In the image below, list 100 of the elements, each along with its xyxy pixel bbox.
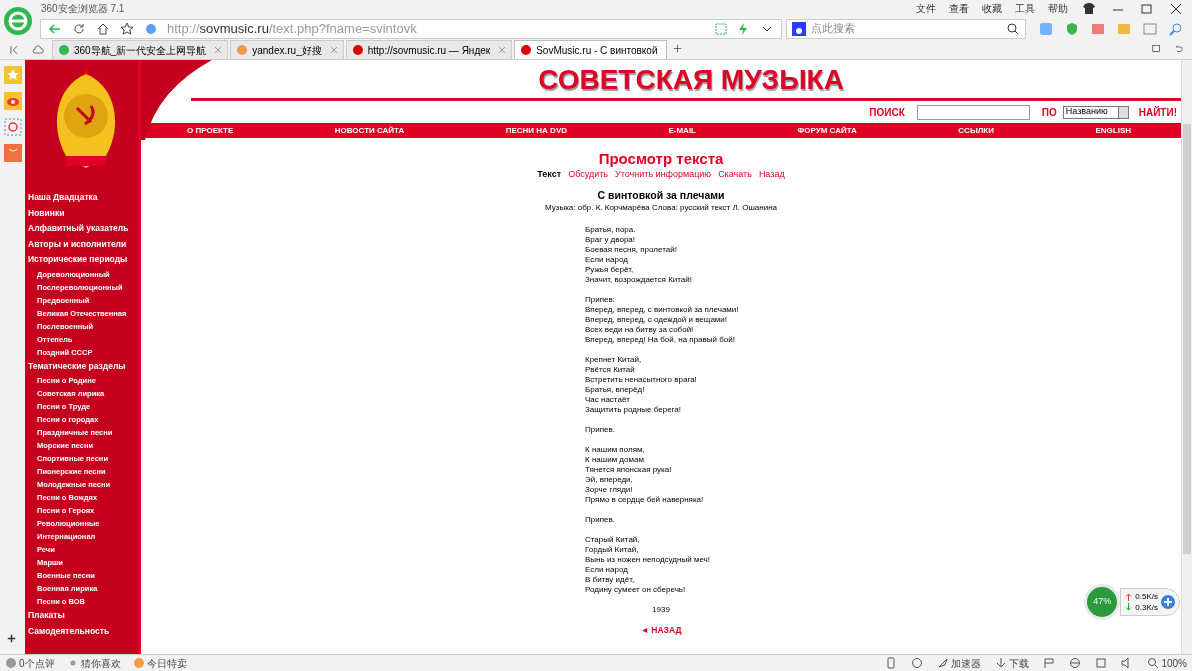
menu-item[interactable]: 收藏 (982, 1, 1002, 16)
sidebar-link[interactable]: Плакаты (28, 608, 138, 624)
nav-link[interactable]: E-MAIL (668, 124, 696, 137)
menu-item[interactable]: 查看 (949, 1, 969, 16)
sidebar-toggle-icon[interactable] (8, 44, 20, 56)
window-icon[interactable] (1095, 657, 1108, 669)
search-by-select[interactable]: Названию (1062, 105, 1129, 119)
comment-icon[interactable] (5, 657, 17, 669)
lyric-line: Гордый Китай, (585, 545, 640, 555)
lyric-line: Боевая песня, пролетай! (585, 245, 678, 255)
search-input[interactable]: 点此搜索 (811, 20, 1001, 37)
sidebar-link[interactable]: Наша Двадцатка (28, 190, 138, 206)
download-icon[interactable] (995, 657, 1008, 669)
memory-gauge[interactable]: 47% (1084, 584, 1121, 620)
browser-tab[interactable]: yandex.ru_好搜 (230, 40, 344, 59)
scrollbar-thumb[interactable] (1183, 124, 1191, 554)
status-link[interactable]: 0个点评 (19, 655, 55, 671)
menu-item[interactable]: 帮助 (1048, 1, 1068, 16)
back-link[interactable]: ◄ НАЗАД (640, 624, 682, 637)
browser-logo-icon[interactable] (3, 5, 33, 36)
song-title: С винтовкой за плечами (597, 189, 725, 202)
page-heading: Просмотр текста (598, 149, 724, 168)
nav-link[interactable]: О ПРОЕКТЕ (187, 124, 234, 137)
eye-icon[interactable] (3, 92, 22, 110)
menu-item[interactable]: 工具 (1015, 1, 1035, 16)
ie-icon[interactable] (1069, 657, 1082, 669)
down-arrow-icon (1125, 603, 1133, 611)
lyric-line: Прямо в сердце бей наверняка! (585, 495, 705, 505)
lyric-line: Если народ (585, 255, 629, 265)
search-field[interactable]: 点此搜索 (786, 18, 1026, 39)
window-title: 360安全浏览器 7.1 (41, 2, 125, 16)
cloud-icon[interactable] (30, 44, 46, 56)
status-link[interactable]: 猜你喜欢 (80, 655, 121, 671)
close-tab-icon[interactable] (214, 46, 223, 54)
lyric-line: Вперед, вперед! На бой, на правый бой! (585, 335, 736, 345)
sidebar-link[interactable]: Авторы и исполнители (28, 236, 138, 252)
download-button[interactable]: 下载 (1009, 655, 1030, 671)
lyric-line: Припев: (585, 295, 616, 305)
browser-tab[interactable]: http://sovmusic.ru — Яндек (345, 40, 513, 59)
sidebar-link[interactable]: Самодеятельность (28, 623, 138, 639)
lyric-line: Вперед, вперед, с одеждой и вещами! (585, 315, 729, 325)
nav-link[interactable]: НОВОСТИ САЙТА (334, 124, 405, 137)
download-speed: 0.3K/s (1135, 602, 1158, 613)
sidebar-link[interactable]: Новинки (28, 205, 138, 221)
shirt-icon[interactable] (1081, 0, 1097, 17)
page-link[interactable]: Назад (758, 168, 785, 180)
up-arrow-icon (1125, 593, 1133, 601)
page-link[interactable]: Текст (537, 168, 562, 180)
nav-link[interactable]: ФОРУМ САЙТА (797, 124, 857, 137)
history-icon[interactable] (911, 657, 924, 669)
page-link[interactable]: Скачать (718, 168, 752, 180)
accelerator-button[interactable]: 加速器 (951, 655, 982, 671)
lyric-line: Враг у двора! (585, 235, 636, 245)
close-tab-icon[interactable] (498, 46, 507, 54)
lyric-line: Значит, возрождается Китай! (585, 275, 693, 285)
sidebar-link[interactable]: Алфавитный указатель (28, 221, 138, 237)
lyric-line: Старый Китай, (585, 535, 641, 545)
tab-favicon-icon[interactable] (520, 44, 533, 56)
page-link[interactable]: Обсудить (568, 168, 609, 180)
site-title: СОВЕТСКАЯ МУЗЫКА (538, 64, 844, 96)
page-link[interactable]: Уточнить информацию (615, 168, 712, 180)
site-search-field[interactable] (916, 104, 1030, 120)
lyric-line: Вперед, вперед, с винтовкой за плечами! (585, 305, 740, 315)
nav-link[interactable]: ПЕСНИ НА DVD (505, 124, 567, 137)
lyric-line: К нашим полям, (585, 445, 646, 455)
nav-link[interactable]: ENGLISH (1095, 124, 1131, 137)
lyric-line: Час настаёт (585, 395, 631, 405)
menu-item[interactable]: 文件 (916, 1, 936, 16)
find-button[interactable]: НАЙТИ! (1138, 104, 1177, 120)
net-speed-widget[interactable]: 0.5K/s 0.3K/s (1120, 588, 1180, 616)
status-link[interactable]: 今日特卖 (146, 655, 187, 671)
lyric-line: Всех веди на битву за собой! (585, 325, 695, 335)
search-by-label: ПО (1041, 105, 1057, 120)
lyric-line: Встретить ненасытного врага! (585, 375, 698, 385)
tab-favicon-icon[interactable] (351, 44, 364, 56)
lyric-line: Припев. (585, 425, 616, 435)
sidebar-link[interactable]: Тематические разделы (28, 358, 138, 374)
nav-link[interactable]: ССЫЛКИ (958, 124, 994, 137)
browser-tab[interactable]: SovMusic.ru - С винтовкой (514, 40, 668, 59)
sidebar-link[interactable]: Исторические периоды (28, 252, 138, 268)
tab-favicon-icon[interactable] (58, 44, 70, 56)
lyric-line: Рвётся Китай (585, 365, 636, 375)
lyric-line: Братья, вперёд! (585, 385, 646, 395)
star-icon[interactable] (3, 66, 22, 84)
browser-tab[interactable]: 360导航_新一代安全上网导航 (52, 40, 229, 59)
lyric-line: Братья, пора. (585, 225, 637, 235)
gift-icon[interactable] (132, 657, 145, 669)
search-icon[interactable] (1005, 20, 1021, 37)
close-tab-icon[interactable] (329, 46, 338, 54)
phone-icon[interactable] (885, 657, 898, 669)
zoom-level[interactable]: 100% (1161, 655, 1187, 671)
lyric-line: Припев. (585, 515, 616, 525)
search-label: ПОИСК (869, 105, 905, 120)
song-year: 1939 (652, 605, 670, 615)
lyric-line: Если народ (585, 565, 629, 575)
lyric-line: Вынь из ножен неподсудный меч! (585, 555, 711, 565)
lyric-line: В битву идёт, (585, 575, 636, 585)
flag-icon[interactable] (1043, 657, 1056, 669)
upload-speed: 0.5K/s (1135, 591, 1158, 602)
extension-icon[interactable] (1038, 20, 1054, 37)
